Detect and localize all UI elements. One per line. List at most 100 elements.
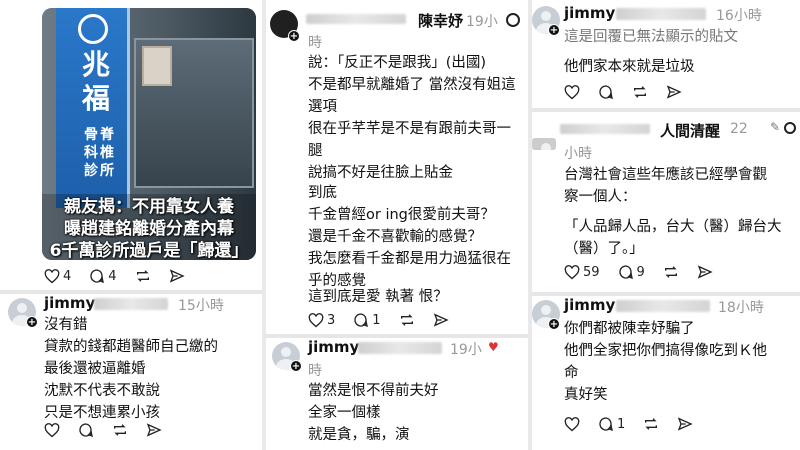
- share-button[interactable]: [666, 84, 682, 100]
- post-line: 很在乎芊芊是不是有跟前夫哥一: [308, 121, 511, 137]
- post-time: 16小時: [716, 8, 762, 24]
- comment-button[interactable]: 4: [89, 268, 117, 284]
- post-time: 19小: [466, 14, 498, 30]
- post-line: 我怎麼看千金都是用力過猛很在: [308, 251, 511, 267]
- reply-post-card: + jimmy 18小時 你們都被陳幸妤騙了 他們全家把你們搞得像吃到Ｋ他 命 …: [532, 296, 800, 450]
- post-body: 當然是恨不得前夫好 全家一個樣 就是貪，騙，演: [308, 380, 439, 446]
- clinic-sign-subtitle: 骨脊科椎診所: [84, 127, 116, 179]
- follow-plus-icon[interactable]: +: [288, 30, 300, 42]
- like-button[interactable]: [564, 84, 580, 100]
- repost-button[interactable]: [663, 264, 679, 280]
- news-post-card: 兆福 骨脊科椎診所 親友揭：不用靠女人養 曝趙建銘離婚分產內幕 6千萬診所過戶是…: [0, 0, 262, 290]
- like-button[interactable]: [564, 416, 580, 432]
- quoted-post-note: 這是回覆已無法顯示的貼文: [564, 29, 738, 45]
- comment-button[interactable]: 1: [353, 312, 381, 328]
- post-line: 最後還被逼離婚: [44, 361, 146, 377]
- redacted-handle: [616, 300, 710, 312]
- threads-icon: [784, 122, 796, 134]
- repost-button[interactable]: [643, 416, 659, 432]
- clinic-logo-icon: [78, 14, 108, 44]
- post-line: 當然是恨不得前夫好: [308, 383, 439, 399]
- post-actions: [44, 422, 180, 438]
- column-left: 兆福 骨脊科椎診所 親友揭：不用靠女人養 曝趙建銘離婚分產內幕 6千萬診所過戶是…: [0, 0, 262, 450]
- username[interactable]: jimmy: [564, 296, 615, 314]
- post-card: + 陳幸妤 19小 時 說：「反正不是跟我」(出國) 不是都早就離婚了 當然沒有…: [266, 0, 528, 334]
- like-button[interactable]: 3: [308, 313, 335, 328]
- post-line: 他們家本來就是垃圾: [564, 59, 695, 75]
- column-middle: + 陳幸妤 19小 時 說：「反正不是跟我」(出國) 不是都早就離婚了 當然沒有…: [266, 0, 528, 450]
- repost-button[interactable]: [112, 422, 128, 438]
- post-line: 貸款的錢都趙醫師自己繳的: [44, 339, 218, 355]
- post-time-wrap: 小時: [564, 146, 592, 162]
- caption-line: 曝趙建銘離婚分產內幕: [64, 219, 234, 239]
- post-line: 說搞不好是往臉上貼金: [308, 165, 453, 181]
- post-body: 這到底是愛 執著 恨？: [308, 286, 448, 308]
- username[interactable]: jimmy: [564, 4, 615, 22]
- post-body: 沒有錯 貸款的錢都趙醫師自己繳的 最後還被逼離婚 沈默不代表不敢說 只是不想連累…: [44, 314, 218, 424]
- share-button[interactable]: [146, 422, 162, 438]
- follow-plus-icon[interactable]: +: [290, 360, 302, 372]
- avatar[interactable]: [532, 138, 556, 150]
- reply-post-card: + jimmy 16小時 這是回覆已無法顯示的貼文 他們家本來就是垃圾: [532, 0, 800, 108]
- send-icon: [169, 269, 185, 283]
- like-button[interactable]: [44, 422, 60, 438]
- repost-button[interactable]: [632, 84, 648, 100]
- send-icon: [678, 417, 693, 431]
- post-line: 他們全家把你們搞得像吃到Ｋ他: [564, 343, 767, 359]
- post-line: 真好笑: [564, 387, 608, 403]
- redacted-handle: [94, 298, 168, 310]
- repost-icon: [634, 86, 646, 98]
- follow-plus-icon[interactable]: +: [548, 318, 560, 330]
- comment-button[interactable]: 9: [618, 264, 645, 280]
- username[interactable]: 陳幸妤: [418, 10, 463, 31]
- post-line: 沒有錯: [44, 317, 88, 333]
- heart-icon: [564, 416, 580, 431]
- like-button[interactable]: 4: [44, 269, 71, 284]
- post-actions: 3 1: [308, 312, 467, 328]
- post-body: 你們都被陳幸妤騙了 他們全家把你們搞得像吃到Ｋ他 命 真好笑: [564, 318, 767, 406]
- username[interactable]: 人間清醒: [660, 120, 720, 141]
- post-body: 「人品歸人品，台大（醫）歸台大 （醫）了。」: [564, 216, 782, 260]
- post-line: （醫）了。」: [564, 241, 644, 257]
- clinic-sign-name: 兆福: [81, 48, 110, 115]
- username[interactable]: jimmy: [308, 338, 359, 356]
- share-button[interactable]: [433, 312, 449, 328]
- news-image[interactable]: 兆福 骨脊科椎診所 親友揭：不用靠女人養 曝趙建銘離婚分產內幕 6千萬診所過戶是…: [42, 8, 256, 260]
- comment-button[interactable]: [78, 422, 94, 438]
- share-button[interactable]: [697, 264, 713, 280]
- share-button[interactable]: [677, 416, 693, 432]
- post-line: 選項: [308, 99, 337, 115]
- comment-button[interactable]: [598, 84, 614, 100]
- heart-icon: [564, 84, 580, 99]
- follow-plus-icon[interactable]: +: [548, 24, 560, 36]
- post-actions: 59 9: [564, 264, 731, 280]
- post-line: 全家一個樣: [308, 405, 381, 421]
- username[interactable]: jimmy: [44, 294, 95, 312]
- repost-button[interactable]: [399, 312, 415, 328]
- post-time: 22: [730, 121, 748, 137]
- post-line: 不是都早就離婚了 當然沒有姐這: [308, 77, 516, 93]
- heart-badge-icon: ♥: [488, 340, 499, 354]
- share-button[interactable]: [169, 268, 185, 284]
- heart-icon: [44, 268, 60, 283]
- post-line: 察一個人：: [564, 189, 637, 205]
- like-button[interactable]: 59: [564, 265, 600, 280]
- post-time-wrap: 時: [308, 363, 322, 379]
- post-body: 他們家本來就是垃圾: [564, 56, 695, 78]
- repost-icon: [664, 266, 677, 278]
- comment-count: 4: [108, 268, 117, 284]
- comment-button[interactable]: 1: [598, 416, 625, 432]
- heart-icon: [564, 264, 580, 279]
- send-icon: [146, 423, 162, 437]
- clinic-sign: 兆福 骨脊科椎診所: [56, 8, 130, 208]
- follow-plus-icon[interactable]: +: [26, 316, 38, 328]
- comment-icon: [90, 269, 105, 284]
- like-count: 4: [63, 268, 72, 284]
- comment-icon: [79, 423, 93, 438]
- post-actions: 4 4: [44, 268, 203, 284]
- post-line: 還是千金不喜歡輸的感覺？: [308, 229, 482, 245]
- post-time: 15小時: [178, 298, 224, 314]
- post-line: 命: [564, 365, 579, 381]
- repost-icon: [114, 424, 126, 436]
- repost-button[interactable]: [135, 268, 151, 284]
